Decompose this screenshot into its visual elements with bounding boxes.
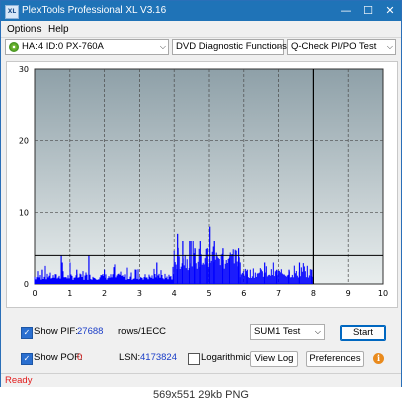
app-icon: XL <box>5 5 19 19</box>
y-tick-label: 20 <box>19 137 29 146</box>
x-tick-label: 5 <box>206 289 211 298</box>
menu-bar: Options Help <box>1 22 401 38</box>
status-bar: Ready <box>1 373 401 387</box>
function-select[interactable]: DVD Diagnostic Functions ⌵ <box>172 39 287 55</box>
show-pif-checkbox[interactable]: ✓ <box>21 327 33 339</box>
y-tick-label: 10 <box>19 208 29 217</box>
logarithmic-label: Logarithmic <box>201 352 251 363</box>
show-pof-checkbox[interactable]: ✓ <box>21 353 33 365</box>
pof-value: 0 <box>77 352 83 363</box>
pi-po-chart: 0 10 20 30 0 1 2 3 4 5 6 7 8 9 10 <box>19 65 388 298</box>
window-title: PlexTools Professional XL V3.16 <box>22 5 167 16</box>
pif-value: 27688 <box>77 326 104 337</box>
show-pif-label: Show PIF: <box>34 326 78 337</box>
sum-test-select-value: SUM1 Test <box>254 326 301 337</box>
menu-options[interactable]: Options <box>7 24 41 35</box>
chevron-down-icon: ⌵ <box>159 42 166 51</box>
title-bar[interactable]: XL PlexTools Professional XL V3.16 — ☐ ✕ <box>1 1 401 21</box>
show-pof-label: Show POF: <box>34 352 83 363</box>
x-tick-label: 10 <box>378 289 388 298</box>
lsn-label: LSN: <box>119 352 141 363</box>
minimize-icon[interactable]: — <box>335 1 357 21</box>
maximize-icon[interactable]: ☐ <box>357 1 379 21</box>
start-button[interactable]: Start <box>340 325 386 341</box>
pif-unit: rows/1ECC <box>118 326 167 337</box>
x-tick-label: 2 <box>102 289 107 298</box>
view-log-button[interactable]: View Log <box>250 351 298 367</box>
test-select-value: Q-Check PI/PO Test <box>291 41 377 52</box>
status-text: Ready <box>5 375 33 386</box>
x-tick-label: 8 <box>311 289 316 298</box>
function-select-value: DVD Diagnostic Functions <box>176 41 287 52</box>
app-window: XL PlexTools Professional XL V3.16 — ☐ ✕… <box>0 0 402 388</box>
menu-help[interactable]: Help <box>48 24 69 35</box>
controls-panel: ✓ Show PIF: 27688 rows/1ECC SUM1 Test ⌵ … <box>1 319 401 369</box>
logarithmic-checkbox[interactable] <box>188 353 200 365</box>
y-tick-label: 0 <box>24 280 29 289</box>
sum-test-select[interactable]: SUM1 Test ⌵ <box>250 324 325 340</box>
drive-select-value: HA:4 ID:0 PX-760A <box>22 41 104 52</box>
x-tick-label: 1 <box>67 289 72 298</box>
chevron-down-icon: ⌵ <box>314 327 321 336</box>
x-tick-label: 6 <box>241 289 246 298</box>
drive-select[interactable]: HA:4 ID:0 PX-760A ⌵ <box>5 39 169 55</box>
x-tick-label: 7 <box>276 289 281 298</box>
preferences-button[interactable]: Preferences <box>306 351 364 367</box>
x-tick-label: 0 <box>32 289 37 298</box>
y-tick-label: 30 <box>19 65 29 74</box>
close-icon[interactable]: ✕ <box>379 1 401 21</box>
disc-icon <box>9 42 19 52</box>
chart-panel: 0 10 20 30 0 1 2 3 4 5 6 7 8 9 10 <box>6 61 398 308</box>
x-tick-label: 3 <box>137 289 142 298</box>
x-tick-label: 4 <box>172 289 177 298</box>
chevron-down-icon: ⌵ <box>274 42 281 51</box>
info-icon[interactable]: i <box>373 353 384 364</box>
chevron-down-icon: ⌵ <box>386 42 393 51</box>
lsn-value: 4173824 <box>140 352 177 363</box>
image-caption: 569x551 29kb PNG <box>0 387 402 404</box>
x-tick-label: 9 <box>346 289 351 298</box>
test-select[interactable]: Q-Check PI/PO Test ⌵ <box>287 39 396 55</box>
